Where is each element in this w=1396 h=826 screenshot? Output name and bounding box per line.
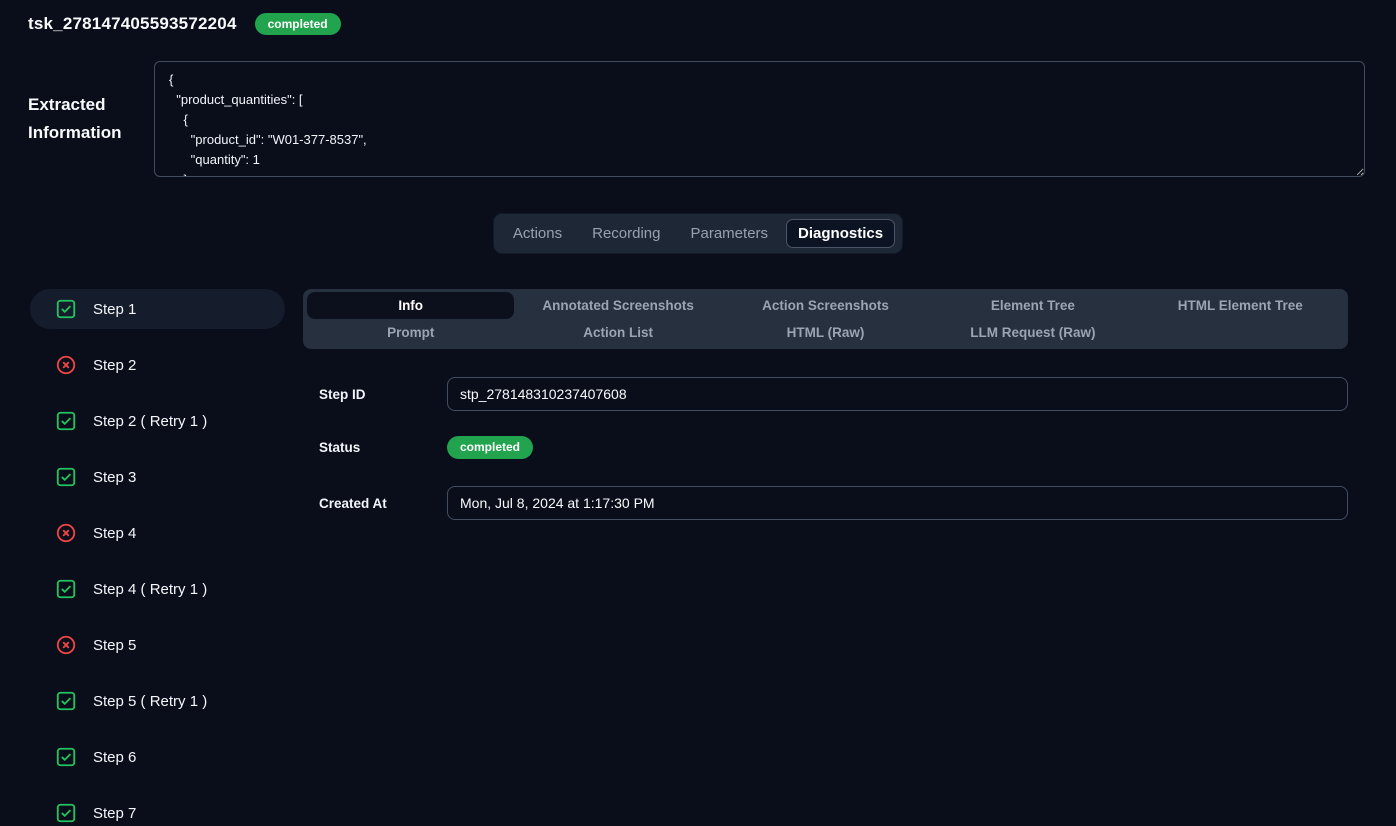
main-tabbar-wrap: Actions Recording Parameters Diagnostics [0,213,1396,254]
main-tabbar: Actions Recording Parameters Diagnostics [493,213,903,254]
subtab-info[interactable]: Info [307,292,514,319]
subtab-element-tree[interactable]: Element Tree [929,292,1136,319]
step-item-2[interactable]: Step 2 [30,345,285,385]
created-at-label: Created At [319,496,447,511]
step-id-input[interactable] [447,377,1348,411]
step-item-6[interactable]: Step 6 [30,737,285,777]
step-label: Step 4 ( Retry 1 ) [93,581,207,598]
step-label: Step 7 [93,805,136,822]
step-item-3[interactable]: Step 3 [30,457,285,497]
subtab-prompt[interactable]: Prompt [307,319,514,346]
steps-sidebar: Step 1 Step 2 Step 2 ( Retry 1 ) Step 3 [30,289,285,826]
subtab-spacer [1137,319,1344,346]
step-item-7[interactable]: Step 7 [30,793,285,826]
step-label: Step 6 [93,749,136,766]
task-status-badge: completed [255,13,341,35]
extracted-information-label: Extracted Information [28,91,140,147]
step-status-badge: completed [447,436,533,458]
task-header: tsk_278147405593572204 completed [0,0,1396,35]
tab-actions[interactable]: Actions [501,219,574,248]
step-id-label: Step ID [319,387,447,402]
extracted-information-section: Extracted Information { "product_quantit… [28,61,1365,177]
diagnostics-subtabs: Info Annotated Screenshots Action Screen… [303,289,1348,349]
check-square-icon [55,466,77,488]
step-item-5-retry-1[interactable]: Step 5 ( Retry 1 ) [30,681,285,721]
step-label: Step 3 [93,469,136,486]
error-circle-icon [55,354,77,376]
step-label: Step 4 [93,525,136,542]
check-square-icon [55,410,77,432]
subtab-annotated-screenshots[interactable]: Annotated Screenshots [514,292,721,319]
step-label: Step 2 ( Retry 1 ) [93,413,207,430]
tab-diagnostics[interactable]: Diagnostics [786,219,895,248]
status-label: Status [319,440,447,455]
subtab-action-screenshots[interactable]: Action Screenshots [722,292,929,319]
error-circle-icon [55,522,77,544]
extracted-information-textarea[interactable]: { "product_quantities": [ { "product_id"… [154,61,1365,177]
check-square-icon [55,578,77,600]
step-label: Step 2 [93,357,136,374]
tab-parameters[interactable]: Parameters [679,219,781,248]
step-label: Step 5 ( Retry 1 ) [93,693,207,710]
info-fields: Step ID Status completed Created At [303,377,1348,520]
main-content: Step 1 Step 2 Step 2 ( Retry 1 ) Step 3 [30,289,1348,826]
step-label: Step 5 [93,637,136,654]
error-circle-icon [55,634,77,656]
tab-recording[interactable]: Recording [580,219,672,248]
check-square-icon [55,746,77,768]
check-square-icon [55,690,77,712]
field-status: Status completed [319,430,1348,464]
subtab-html-element-tree[interactable]: HTML Element Tree [1137,292,1344,319]
field-step-id: Step ID [319,377,1348,411]
step-item-4[interactable]: Step 4 [30,513,285,553]
created-at-input[interactable] [447,486,1348,520]
subtab-action-list[interactable]: Action List [514,319,721,346]
subtab-llm-request-raw[interactable]: LLM Request (Raw) [929,319,1136,346]
step-item-4-retry-1[interactable]: Step 4 ( Retry 1 ) [30,569,285,609]
step-item-2-retry-1[interactable]: Step 2 ( Retry 1 ) [30,401,285,441]
check-square-icon [55,802,77,824]
task-id-title: tsk_278147405593572204 [28,14,237,34]
step-item-5[interactable]: Step 5 [30,625,285,665]
check-square-icon [55,298,77,320]
subtab-html-raw[interactable]: HTML (Raw) [722,319,929,346]
diagnostics-panel: Info Annotated Screenshots Action Screen… [303,289,1348,539]
field-created-at: Created At [319,486,1348,520]
step-item-1[interactable]: Step 1 [30,289,285,329]
step-label: Step 1 [93,301,136,318]
